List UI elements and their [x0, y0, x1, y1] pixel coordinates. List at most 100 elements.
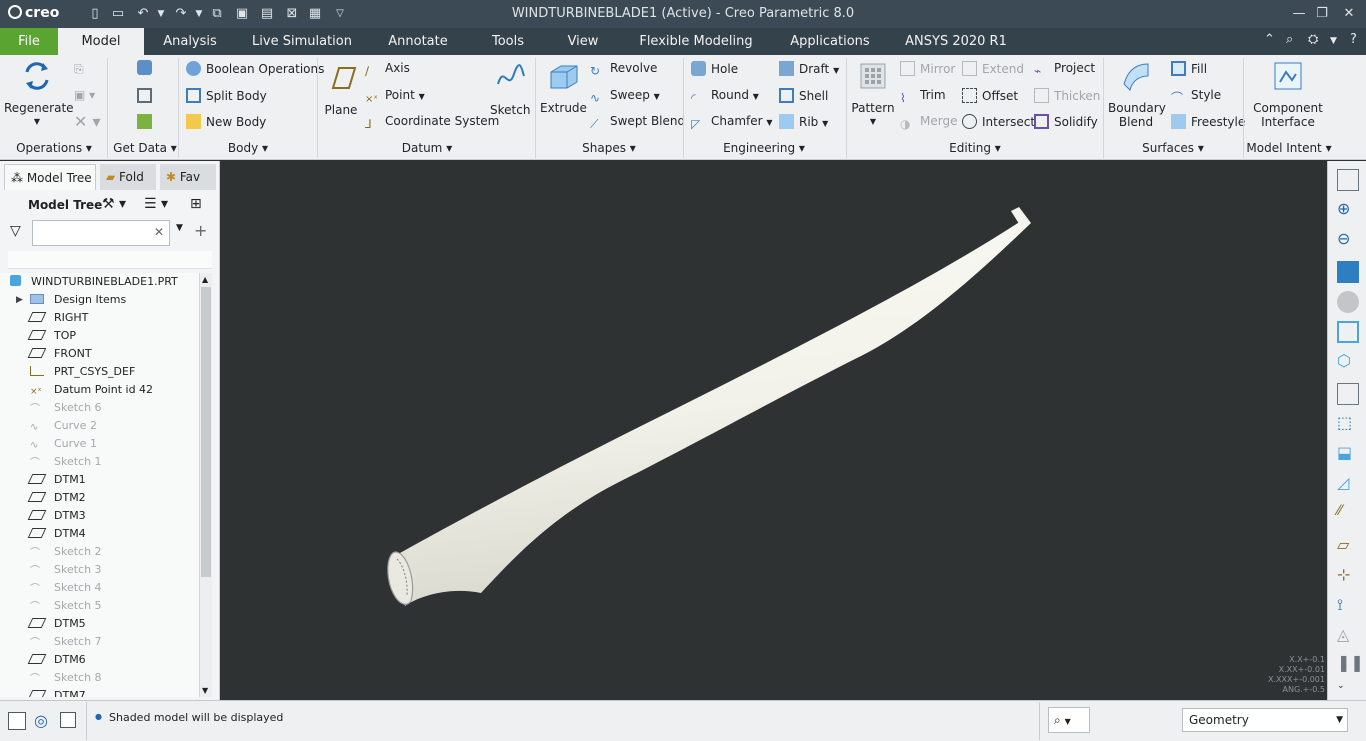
tree-search-input[interactable]	[32, 220, 170, 246]
view-manager-icon[interactable]	[1337, 383, 1359, 405]
expand-arrow-icon[interactable]: ▶	[16, 291, 23, 309]
tab-model-tree[interactable]: ⁂ Model Tree	[4, 164, 96, 190]
tab-file[interactable]: File	[0, 28, 58, 55]
turbine-blade-model[interactable]	[221, 161, 1327, 700]
tree-item[interactable]: DTM3	[27, 507, 86, 525]
clear-search-icon[interactable]: ✕	[154, 225, 164, 239]
selection-filter-select[interactable]: Geometry ▼	[1182, 708, 1348, 732]
point-dropdown-icon[interactable]: ▼	[419, 92, 425, 101]
tree-item[interactable]: ⌒ Sketch 8	[30, 669, 102, 687]
split-body-button[interactable]: Split Body	[186, 88, 267, 103]
regenerate-dropdown-icon[interactable]: ▼	[4, 117, 70, 126]
tree-scrollbar[interactable]: ▲ ▼	[199, 273, 212, 697]
group-get-data[interactable]: Get Data ▾	[110, 141, 180, 155]
tree-item[interactable]: DTM5	[27, 615, 86, 633]
saved-orientations-icon[interactable]	[1337, 321, 1359, 343]
tree-item[interactable]: ∿ Curve 2	[30, 417, 97, 435]
browser-icon[interactable]: ◎	[34, 711, 48, 730]
tree-item[interactable]: ×ˣ Datum Point id 42	[30, 381, 153, 399]
perspective-icon[interactable]: ⬚	[1337, 413, 1359, 435]
search-dropdown-icon[interactable]: ▼	[176, 223, 183, 233]
point-button[interactable]: ×ˣ Point ▼	[365, 88, 425, 109]
tab-analysis[interactable]: Analysis	[154, 28, 226, 55]
round-dropdown-icon[interactable]: ▼	[753, 92, 759, 101]
group-engineering[interactable]: Engineering ▾	[684, 141, 844, 155]
fill-button[interactable]: Fill	[1171, 61, 1207, 76]
extend-button[interactable]: Extend	[962, 61, 1024, 76]
plane-display-icon[interactable]: ◿	[1337, 473, 1359, 495]
component-interface-button[interactable]: Component Interface	[1250, 60, 1326, 129]
tree-item[interactable]: DTM1	[27, 471, 86, 489]
tree-item[interactable]: ⌒ Sketch 4	[30, 579, 102, 597]
extrude-button[interactable]: Extrude	[540, 60, 587, 115]
mirror-button[interactable]: Mirror	[900, 61, 955, 76]
show-icon[interactable]: ☰ ▾	[144, 196, 168, 212]
tab-annotate[interactable]: Annotate	[380, 28, 456, 55]
copy-geometry-icon[interactable]	[137, 88, 157, 103]
revolve-button[interactable]: ↻ Revolve	[590, 61, 657, 79]
group-datum[interactable]: Datum ▾	[320, 141, 534, 155]
project-button[interactable]: ⌁ Project	[1034, 61, 1095, 79]
group-shapes[interactable]: Shapes ▾	[536, 141, 682, 155]
rib-button[interactable]: Rib ▼	[779, 114, 828, 129]
copy-icon[interactable]: ⎘	[74, 62, 84, 77]
import-icon[interactable]	[137, 114, 157, 129]
annotation-display-icon[interactable]: ▱	[1337, 535, 1359, 557]
new-body-button[interactable]: New Body	[186, 114, 266, 129]
regenerate-button[interactable]: Regenerate ▼	[4, 60, 74, 126]
paste-icon[interactable]: ▣ ▾	[74, 88, 95, 102]
tree-item[interactable]: RIGHT	[27, 309, 88, 327]
tree-root-item[interactable]: WINDTURBINEBLADE1.PRT	[10, 273, 178, 291]
coordinate-system-button[interactable]: ⅃ Coordinate System	[365, 114, 499, 132]
tree-item[interactable]: DTM4	[27, 525, 86, 543]
plane-button[interactable]: Plane	[322, 62, 360, 117]
style-button[interactable]: ⌒ Style	[1171, 88, 1221, 105]
tree-item[interactable]: DTM6	[27, 651, 86, 669]
tab-flexible-modeling[interactable]: Flexible Modeling	[632, 28, 760, 55]
group-editing[interactable]: Editing ▾	[848, 141, 1102, 155]
find-binoculars-button[interactable]: ⌕ ▼	[1048, 707, 1090, 733]
tree-item[interactable]: ⌒ Sketch 5	[30, 597, 102, 615]
tree-item[interactable]: DTM2	[27, 489, 86, 507]
refit-icon[interactable]	[1337, 169, 1359, 191]
tab-view[interactable]: View	[560, 28, 606, 55]
add-filter-icon[interactable]: +	[194, 221, 207, 240]
sweep-dropdown-icon[interactable]: ▼	[654, 92, 660, 101]
pattern-dropdown-icon[interactable]: ▼	[850, 117, 896, 126]
merge-button[interactable]: ◑ Merge	[900, 114, 957, 132]
pattern-button[interactable]: Pattern ▼	[850, 60, 896, 126]
tree-item[interactable]: TOP	[27, 327, 76, 345]
scroll-thumb[interactable]	[201, 287, 211, 577]
group-surfaces[interactable]: Surfaces ▾	[1104, 141, 1242, 155]
boolean-operations-button[interactable]: Boolean Operations	[186, 61, 324, 76]
toggle-navigator-icon[interactable]	[8, 712, 26, 730]
note-icon[interactable]: ⟟	[1337, 595, 1359, 617]
search-icon[interactable]: ⌕	[1286, 32, 1293, 47]
learning-icon[interactable]: ⛭	[1308, 32, 1318, 47]
sketch-button[interactable]: Sketch	[490, 62, 530, 117]
group-operations[interactable]: Operations ▾	[4, 141, 104, 155]
restore-icon[interactable]: ❐	[1309, 4, 1335, 24]
freestyle-button[interactable]: Freestyle	[1171, 114, 1245, 129]
tab-ansys[interactable]: ANSYS 2020 R1	[900, 28, 1012, 55]
filter-icon[interactable]: ▽	[10, 223, 21, 239]
shell-button[interactable]: Shell	[779, 88, 828, 103]
spin-center-icon[interactable]: ⊹	[1337, 565, 1359, 587]
collapse-ribbon-icon[interactable]: ⌃	[1264, 32, 1275, 47]
tree-item[interactable]: FRONT	[27, 345, 92, 363]
draft-button[interactable]: Draft ▼	[779, 61, 839, 76]
find-dropdown-icon[interactable]: ▼	[1065, 717, 1071, 726]
tree-item[interactable]: PRT_CSYS_DEF	[30, 363, 135, 381]
chamfer-dropdown-icon[interactable]: ▼	[766, 118, 772, 127]
tab-favorites[interactable]: ✱ Fav	[160, 164, 216, 190]
tree-item[interactable]: ∿ Curve 1	[30, 435, 97, 453]
full-screen-icon[interactable]	[60, 712, 76, 728]
help-icon[interactable]: ?	[1350, 32, 1357, 47]
group-body[interactable]: Body ▾	[180, 141, 316, 155]
tab-tools[interactable]: Tools	[480, 28, 536, 55]
tree-item[interactable]: ⌒ Sketch 3	[30, 561, 102, 579]
tree-item[interactable]: ⌒ Sketch 2	[30, 543, 102, 561]
user-defined-feature-icon[interactable]	[137, 60, 157, 75]
repaint-icon[interactable]	[1337, 261, 1359, 283]
thicken-button[interactable]: Thicken	[1034, 88, 1100, 103]
